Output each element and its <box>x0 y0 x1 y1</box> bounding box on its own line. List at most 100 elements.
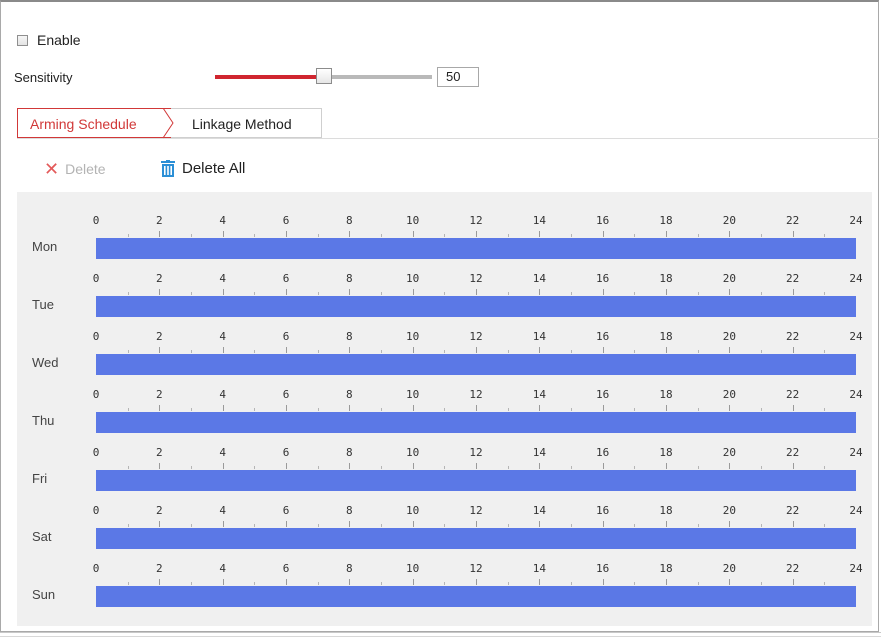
hour-tick-mark <box>761 524 762 527</box>
delete-label: Delete <box>65 161 106 177</box>
hour-tick-label: 14 <box>532 388 546 401</box>
hour-tick-label: 6 <box>282 562 290 575</box>
hour-tick-label: 16 <box>596 446 610 459</box>
day-row-mon: 0 2 4 6 8 10 12 14 16 18 20 22 24 Mon <box>17 192 872 259</box>
enable-row: Enable <box>17 32 81 48</box>
hour-tick-mark <box>666 405 667 411</box>
hour-tick-mark <box>444 582 446 585</box>
hour-tick-mark <box>666 521 667 527</box>
hour-tick-label: 24 <box>849 214 863 227</box>
tab-underline <box>17 138 879 139</box>
hour-tick-label: 12 <box>469 330 483 343</box>
hour-tick-mark <box>317 408 319 411</box>
hour-tick-mark <box>191 582 192 585</box>
hour-tick-mark <box>634 292 636 295</box>
hour-tick-mark <box>222 579 224 585</box>
hour-tick-label: 14 <box>532 272 546 285</box>
hour-tick-mark <box>602 463 604 469</box>
hour-tick-label: 0 <box>92 446 100 459</box>
hour-tick-mark <box>507 582 509 585</box>
hour-tick-label: 14 <box>532 562 546 575</box>
hour-tick-mark <box>697 350 699 353</box>
hour-tick-label: 20 <box>722 504 736 517</box>
hour-tick-mark <box>444 524 446 527</box>
hour-tick-mark <box>476 231 477 237</box>
hour-tick-mark <box>444 350 446 353</box>
enable-checkbox[interactable] <box>17 34 28 46</box>
hour-tick-mark <box>286 289 287 295</box>
hour-tick-mark <box>254 524 256 527</box>
hour-tick-label: 18 <box>659 446 673 459</box>
hour-tick-mark <box>729 347 731 353</box>
hour-tick-label: 6 <box>282 504 290 517</box>
hour-tick-label: 8 <box>346 562 353 575</box>
hour-tick-label: 6 <box>282 272 290 285</box>
hour-tick-mark <box>666 463 667 469</box>
hour-tick-label: 4 <box>219 330 226 343</box>
hour-tick-mark <box>602 521 604 527</box>
hour-tick-mark <box>729 405 731 411</box>
hour-tick-mark <box>349 463 351 469</box>
hour-tick-label: 6 <box>282 214 290 227</box>
hour-tick-label: 12 <box>469 272 483 285</box>
hour-tick-label: 10 <box>406 562 420 575</box>
hour-tick-label: 0 <box>92 504 100 517</box>
hour-tick-mark <box>191 524 192 527</box>
hour-tick-mark <box>286 463 287 469</box>
hour-tick-mark <box>792 347 794 353</box>
sensitivity-value-field[interactable]: 50 <box>437 67 479 87</box>
hour-tick-mark <box>476 579 477 585</box>
hour-tick-mark <box>507 466 509 469</box>
hour-tick-mark <box>412 231 414 237</box>
hour-tick-mark <box>666 231 667 237</box>
hour-tick-mark <box>286 347 287 353</box>
schedule-time-bar[interactable] <box>96 586 856 607</box>
hour-tick-mark <box>191 350 192 353</box>
hour-tick-label: 2 <box>156 504 163 517</box>
hour-tick-label: 0 <box>92 388 100 401</box>
delete-button[interactable]: ✕ Delete <box>44 160 106 178</box>
hour-tick-label: 4 <box>219 272 226 285</box>
hour-tick-mark <box>824 408 826 411</box>
hour-tick-mark <box>792 463 794 469</box>
hour-tick-mark <box>412 347 414 353</box>
hour-tick-label: 6 <box>282 388 290 401</box>
hour-tick-mark <box>729 463 731 469</box>
hour-tick-label: 8 <box>346 272 353 285</box>
hour-tick-mark <box>697 408 699 411</box>
hour-tick-mark <box>349 231 351 237</box>
tab-linkage-method[interactable]: Linkage Method <box>171 108 322 138</box>
hour-tick-label: 8 <box>346 388 353 401</box>
sensitivity-slider-handle[interactable] <box>315 68 332 84</box>
close-x-icon: ✕ <box>44 159 60 179</box>
hour-tick-label: 20 <box>722 272 736 285</box>
hour-tick-mark <box>159 231 161 237</box>
hour-tick-mark <box>602 231 604 237</box>
hour-tick-mark <box>254 466 256 469</box>
hour-tick-mark <box>476 405 477 411</box>
hour-tick-mark <box>602 289 604 295</box>
hour-tick-mark <box>729 289 731 295</box>
hour-tick-mark <box>317 234 319 237</box>
hour-tick-mark <box>127 408 129 411</box>
hour-tick-mark <box>412 521 414 527</box>
hour-tick-mark <box>571 582 572 585</box>
hour-tick-mark <box>349 347 351 353</box>
hour-tick-mark <box>191 292 192 295</box>
hour-tick-label: 6 <box>282 330 290 343</box>
sensitivity-slider-fill <box>215 75 324 79</box>
hour-tick-mark <box>539 579 541 585</box>
hour-tick-label: 22 <box>786 446 800 459</box>
hour-tick-label: 18 <box>659 272 673 285</box>
hour-tick-label: 12 <box>469 214 483 227</box>
hour-tick-mark <box>571 466 572 469</box>
hour-tick-mark <box>159 405 161 411</box>
tab-arming-schedule[interactable]: Arming Schedule <box>17 108 171 138</box>
delete-all-button[interactable]: Delete All <box>161 160 245 177</box>
hour-tick-mark <box>412 289 414 295</box>
hour-tick-mark <box>127 234 129 237</box>
hour-tick-mark <box>159 463 161 469</box>
hour-tick-mark <box>697 234 699 237</box>
hour-tick-mark <box>444 234 446 237</box>
hour-tick-mark <box>571 292 572 295</box>
